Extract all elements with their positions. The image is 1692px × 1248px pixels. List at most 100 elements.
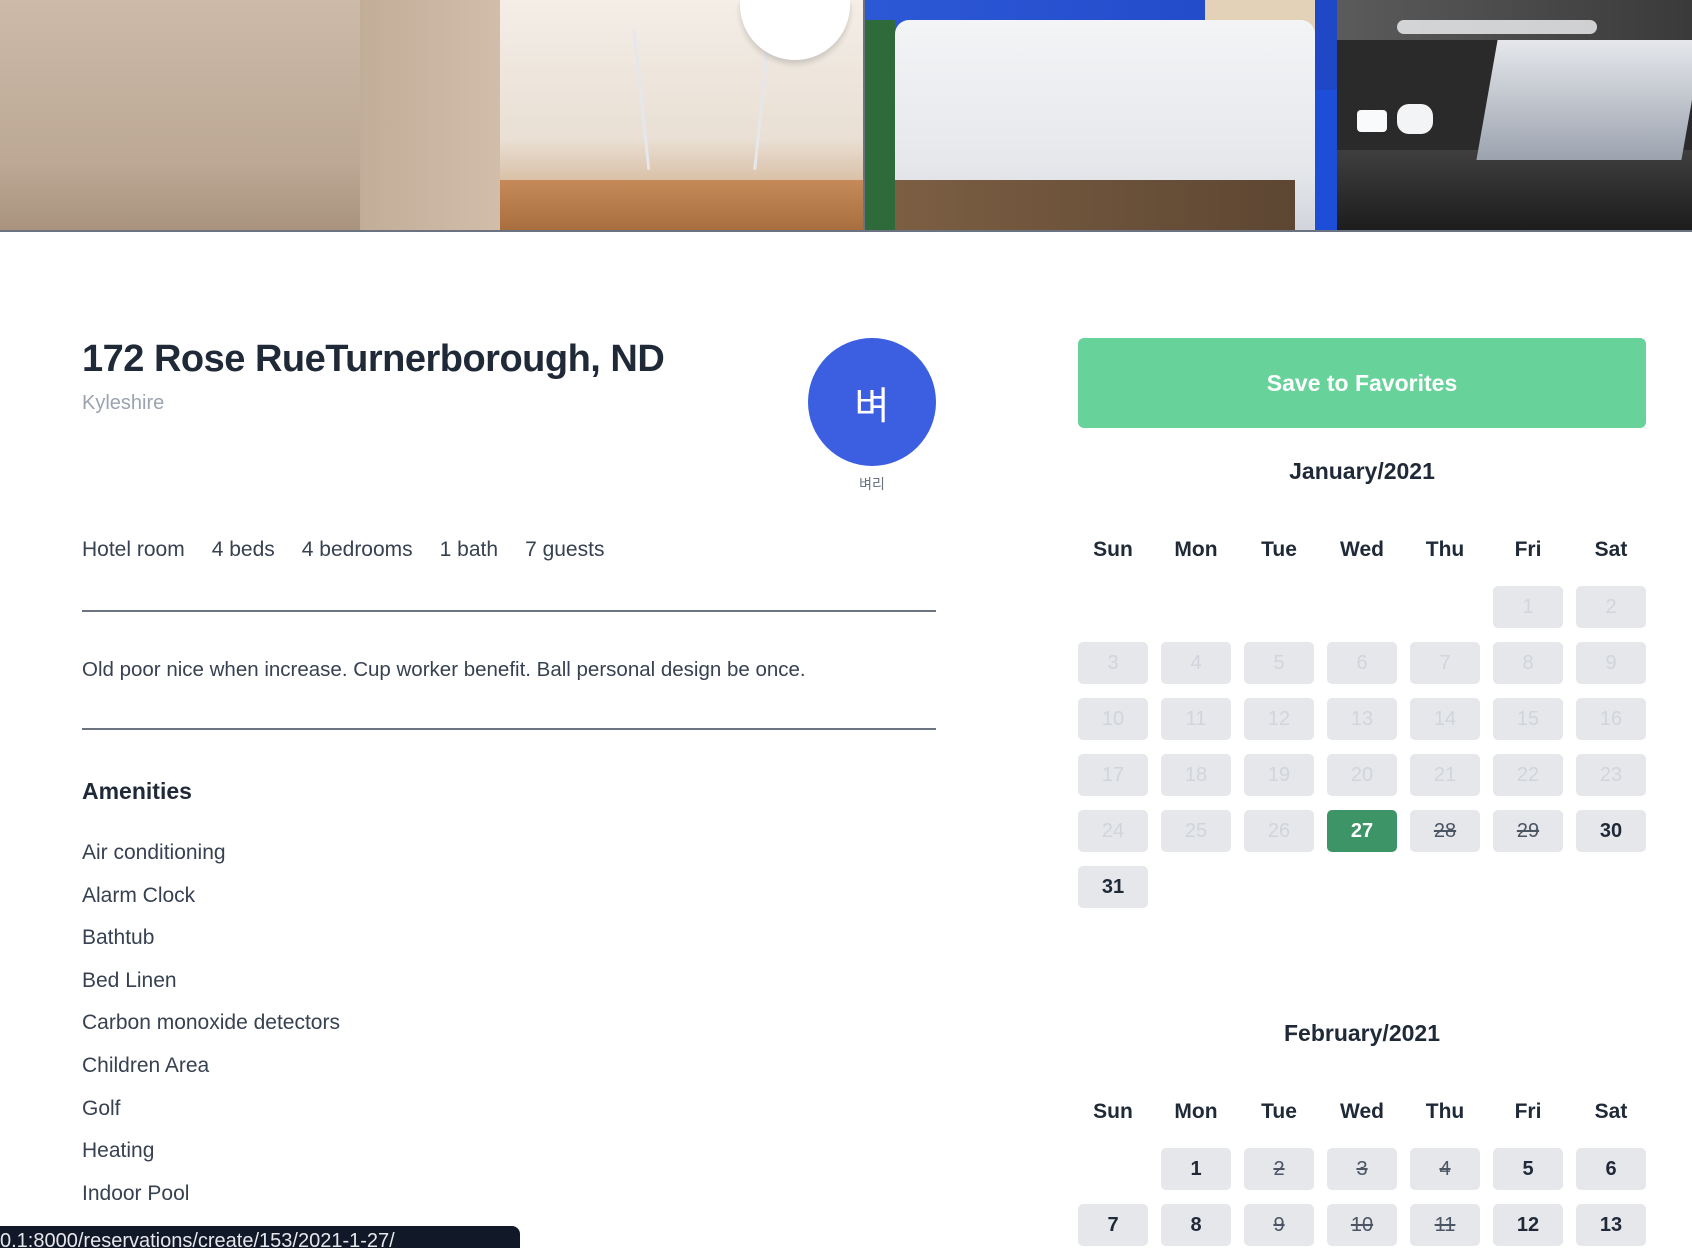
- weekday-label: Sun: [1093, 538, 1133, 561]
- calendar-day-past: 5: [1244, 642, 1314, 684]
- calendar-month-title: January/2021: [1289, 458, 1435, 484]
- calendar-weekday-header: Sun Mon Tue Wed Thu Fri Sat: [1078, 1100, 1646, 1124]
- calendar-february: February/2021 Sun Mon Tue Wed Thu Fri Sa…: [1078, 1020, 1646, 1246]
- amenity-item: Heating: [82, 1139, 155, 1163]
- weekday-label: Wed: [1340, 1100, 1384, 1123]
- calendar-day-booked: 29: [1493, 810, 1563, 852]
- calendar-day-past: 18: [1161, 754, 1231, 796]
- spec-baths: 1 bath: [439, 538, 499, 561]
- calendar-empty-cell: [1078, 586, 1148, 628]
- calendar-day-available[interactable]: 12: [1493, 1204, 1563, 1246]
- calendar-day-booked: 4: [1410, 1148, 1480, 1190]
- calendar-day-past: 1: [1493, 586, 1563, 628]
- amenity-item: Alarm Clock: [82, 883, 196, 907]
- calendar-day-past: 8: [1493, 642, 1563, 684]
- spec-bedrooms: 4 bedrooms: [301, 538, 413, 561]
- amenity-item: Air conditioning: [82, 841, 226, 864]
- listing-specs: Hotel room 4 beds 4 bedrooms 1 bath 7 gu…: [82, 538, 604, 562]
- calendar-day-past: 10: [1078, 698, 1148, 740]
- calendar-day-past: 25: [1161, 810, 1231, 852]
- avatar-letter: 벼: [854, 383, 890, 428]
- listing-description: Old poor nice when increase. Cup worker …: [82, 658, 806, 681]
- weekday-label: Tue: [1261, 538, 1297, 561]
- photo-gallery: [0, 0, 1692, 232]
- amenity-item: Indoor Pool: [82, 1181, 190, 1205]
- calendar-day-past: 24: [1078, 810, 1148, 852]
- listing-title: 172 Rose RueTurnerborough, ND: [82, 338, 665, 380]
- host-avatar[interactable]: 벼: [808, 338, 936, 466]
- calendar-day-past: 7: [1410, 642, 1480, 684]
- calendar-weekday-header: Sun Mon Tue Wed Thu Fri Sat: [1078, 538, 1646, 562]
- calendar-day-past: 4: [1161, 642, 1231, 684]
- calendar-day-past: 17: [1078, 754, 1148, 796]
- calendar-day-past: 15: [1493, 698, 1563, 740]
- divider: [82, 610, 936, 612]
- calendar-day-past: 3: [1078, 642, 1148, 684]
- photo-living-room[interactable]: [0, 0, 863, 230]
- calendar-empty-cell: [1161, 586, 1231, 628]
- calendar-day-available[interactable]: 5: [1493, 1148, 1563, 1190]
- calendar-day-past: 13: [1327, 698, 1397, 740]
- calendar-day-past: 22: [1493, 754, 1563, 796]
- calendar-day-past: 9: [1576, 642, 1646, 684]
- spec-room-type: Hotel room: [82, 538, 185, 561]
- calendar-day-past: 14: [1410, 698, 1480, 740]
- calendar-day-past: 6: [1327, 642, 1397, 684]
- calendar-day-booked: 11: [1410, 1204, 1480, 1246]
- weekday-label: Sun: [1093, 1100, 1133, 1123]
- calendar-day-booked: 9: [1244, 1204, 1314, 1246]
- calendar-day-available[interactable]: 13: [1576, 1204, 1646, 1246]
- photo-suite[interactable]: [1337, 0, 1692, 230]
- amenities-heading: Amenities: [82, 778, 192, 804]
- calendar-day-selected[interactable]: 27: [1327, 810, 1397, 852]
- weekday-label: Mon: [1174, 538, 1218, 561]
- calendar-day-past: 23: [1576, 754, 1646, 796]
- host-name: 벼리: [859, 477, 885, 493]
- weekday-label: Mon: [1174, 1100, 1218, 1123]
- amenity-item: Bed Linen: [82, 968, 177, 992]
- photo-bedroom[interactable]: [863, 0, 1337, 230]
- weekday-label: Fri: [1514, 538, 1542, 561]
- calendar-day-booked: 3: [1327, 1148, 1397, 1190]
- weekday-label: Sat: [1594, 1100, 1628, 1123]
- calendar-empty-cell: [1410, 586, 1480, 628]
- calendar-day-past: 16: [1576, 698, 1646, 740]
- weekday-label: Fri: [1514, 1100, 1542, 1123]
- weekday-label: Sat: [1594, 538, 1628, 561]
- calendar-empty-cell: [1078, 1148, 1148, 1190]
- calendar-day-available[interactable]: 7: [1078, 1204, 1148, 1246]
- calendar-day-available[interactable]: 31: [1078, 866, 1148, 908]
- spec-beds: 4 beds: [211, 538, 275, 561]
- calendar-day-available[interactable]: 30: [1576, 810, 1646, 852]
- calendar-day-past: 19: [1244, 754, 1314, 796]
- calendar-january: January/2021 Sun Mon Tue Wed Thu Fri Sat…: [1078, 458, 1646, 908]
- amenities-list: Air conditioning Alarm Clock Bathtub Bed…: [82, 840, 340, 1223]
- amenity-item: Golf: [82, 1096, 121, 1120]
- weekday-label: Tue: [1261, 1100, 1297, 1123]
- listing-city: Kyleshire: [82, 392, 165, 414]
- calendar-days-grid: 1 2 3 4 5 6 7 8 9 10 11 12 13: [1078, 1148, 1646, 1248]
- divider: [82, 728, 936, 730]
- save-to-favorites-button[interactable]: Save to Favorites: [1078, 338, 1646, 428]
- status-bar-url: 0.1:8000/reservations/create/153/2021-1-…: [0, 1226, 520, 1248]
- calendar-day-available[interactable]: 6: [1576, 1148, 1646, 1190]
- calendar-day-available[interactable]: 8: [1161, 1204, 1231, 1246]
- weekday-label: Wed: [1340, 538, 1384, 561]
- weekday-label: Thu: [1425, 1100, 1465, 1123]
- calendar-day-available[interactable]: 1: [1161, 1148, 1231, 1190]
- calendar-day-past: 2: [1576, 586, 1646, 628]
- amenity-item: Children Area: [82, 1053, 210, 1077]
- calendar-empty-cell: [1327, 586, 1397, 628]
- calendar-day-past: 21: [1410, 754, 1480, 796]
- amenity-item: Carbon monoxide detectors: [82, 1011, 340, 1035]
- weekday-label: Thu: [1425, 538, 1465, 561]
- calendar-day-booked: 2: [1244, 1148, 1314, 1190]
- calendar-day-past: 20: [1327, 754, 1397, 796]
- calendar-days-grid: 1 2 3 4 5 6 7 8 9 10 11 12 13 14 15 16 17 18 19 20 21 22 23 24 2…: [1078, 586, 1646, 922]
- spec-guests: 7 guests: [525, 538, 605, 561]
- amenity-item: Bathtub: [82, 926, 155, 950]
- calendar-day-past: 26: [1244, 810, 1314, 852]
- calendar-day-past: 11: [1161, 698, 1231, 740]
- calendar-day-booked: 28: [1410, 810, 1480, 852]
- calendar-day-past: 12: [1244, 698, 1314, 740]
